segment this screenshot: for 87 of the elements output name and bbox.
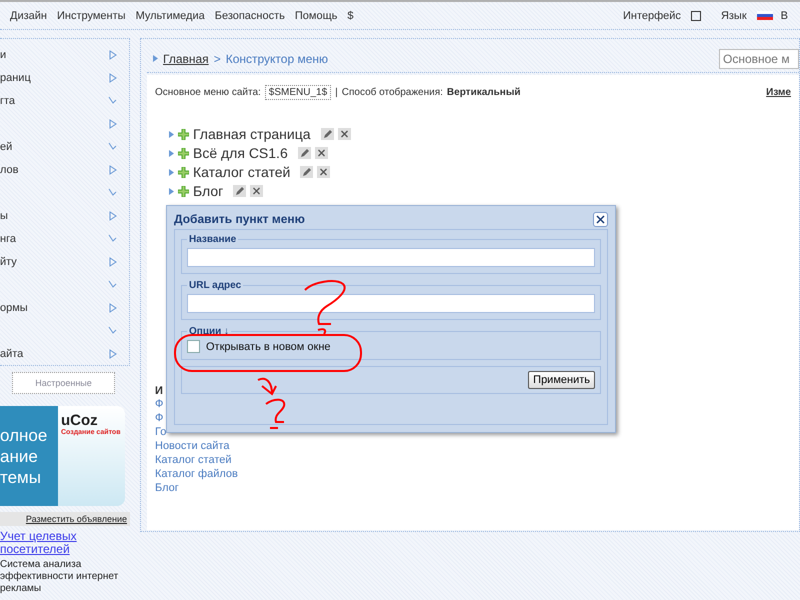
sidebar-item[interactable]: ы <box>0 210 8 222</box>
window-icon[interactable] <box>690 10 701 20</box>
sidebar-item[interactable]: раниц <box>0 72 31 84</box>
menu-item-label: Главная страница <box>193 126 311 142</box>
pencil-icon[interactable] <box>298 147 311 159</box>
chevron-down-icon[interactable] <box>108 234 117 243</box>
play-arrow-icon[interactable] <box>109 348 117 358</box>
play-arrow-icon[interactable] <box>109 302 117 312</box>
breadcrumb-current: Конструктор меню <box>226 52 328 66</box>
chevron-down-icon[interactable] <box>108 142 117 151</box>
top-menu-item[interactable]: Помощь <box>294 10 338 22</box>
menu-item-label: Каталог статей <box>193 164 290 180</box>
sidebar-item[interactable]: айта <box>0 348 24 360</box>
banner-logo: uCoz <box>61 412 98 429</box>
mode-label: Способ отображения: <box>342 87 443 98</box>
play-arrow-icon[interactable] <box>109 256 117 266</box>
divider-text: | <box>335 87 338 98</box>
options-label: Опции ↓ <box>188 326 230 337</box>
pencil-icon[interactable] <box>300 166 314 178</box>
sidebar-item[interactable]: ормы <box>0 302 28 314</box>
checkbox[interactable] <box>187 340 200 353</box>
top-menu-item[interactable]: Безопасность <box>214 10 285 22</box>
chevron-down-icon[interactable] <box>108 188 117 197</box>
top-menu-item[interactable]: Мультимедиа <box>136 10 205 22</box>
banner-text: ание <box>0 446 39 466</box>
menu-item-label: Блог <box>193 183 224 199</box>
links-heading: И <box>155 385 163 397</box>
edit-link[interactable]: Изме <box>766 87 791 98</box>
sidebar-item[interactable]: гта <box>0 94 16 106</box>
play-arrow-icon[interactable] <box>109 50 117 60</box>
banner-text: темы <box>0 466 42 488</box>
top-menu-item[interactable]: Дизайн <box>10 10 47 22</box>
flag-icon[interactable] <box>756 11 773 20</box>
chevron-down-icon[interactable] <box>108 326 117 335</box>
search-field[interactable]: Основное м <box>719 48 799 68</box>
delete-icon[interactable] <box>314 147 328 159</box>
chevron-icon[interactable] <box>169 168 174 176</box>
play-arrow-icon[interactable] <box>109 164 117 174</box>
dialog-title: Добавить пункт меню <box>174 212 305 226</box>
delete-icon[interactable] <box>338 128 351 140</box>
sidebar-item[interactable]: нга <box>0 232 16 244</box>
chevron-icon <box>153 55 158 62</box>
ad-title-link[interactable]: Учет целевых посетителей <box>0 530 130 556</box>
banner-text: олное <box>0 424 48 446</box>
menu-select[interactable]: $SMENU_1$ <box>264 85 332 100</box>
sidebar-item[interactable]: и <box>0 48 6 60</box>
field-label: URL адрес <box>188 280 242 291</box>
delete-icon[interactable] <box>250 185 264 197</box>
interface-label[interactable]: Интерфейс <box>622 10 681 22</box>
pencil-icon[interactable] <box>233 185 246 197</box>
language-label[interactable]: Язык <box>720 10 747 22</box>
place-ad-link[interactable]: Разместить объявление <box>0 512 130 526</box>
menu-link[interactable]: Каталог файлов <box>155 467 238 481</box>
menu-label: Основное меню сайта: <box>155 87 261 98</box>
menu-link[interactable]: Ф <box>155 411 164 425</box>
play-arrow-icon[interactable] <box>109 72 117 82</box>
chevron-down-icon[interactable] <box>108 280 117 289</box>
close-button[interactable] <box>593 212 608 226</box>
ad-text: Система анализа эффективности интернет рекламы <box>0 559 120 595</box>
menu-link[interactable]: Ф <box>155 397 164 411</box>
menu-link[interactable]: Го <box>155 425 166 439</box>
mode-value: Вертикальный <box>446 87 521 98</box>
chevron-icon[interactable] <box>169 150 174 156</box>
chevron-icon[interactable] <box>169 188 174 194</box>
top-menu-item[interactable]: В <box>780 10 788 22</box>
menu-link[interactable]: Новости сайта <box>155 439 230 453</box>
top-menu-item[interactable]: Инструменты <box>56 10 126 22</box>
input-field[interactable] <box>187 294 595 313</box>
menu-link[interactable]: Каталог статей <box>155 453 232 467</box>
menu-link[interactable]: Блог <box>155 481 179 495</box>
close-icon <box>596 214 605 224</box>
delete-icon[interactable] <box>317 166 330 178</box>
chevron-down-icon[interactable] <box>108 96 117 105</box>
pencil-icon[interactable] <box>320 128 334 140</box>
input-field[interactable] <box>187 248 595 267</box>
field-label: Название <box>188 234 238 245</box>
breadcrumb-separator: > <box>214 52 221 66</box>
top-menu-item[interactable]: $ <box>347 10 354 22</box>
sidebar-item[interactable]: ей <box>0 140 12 152</box>
chevron-icon[interactable] <box>169 130 174 138</box>
breadcrumb-link[interactable]: Главная <box>163 52 209 66</box>
sidebar-item[interactable]: йту <box>0 256 17 268</box>
apply-button[interactable]: Применить <box>528 371 595 389</box>
sidebar-item[interactable]: лов <box>0 164 19 176</box>
menu-item-label: Всё для CS1.6 <box>193 145 288 161</box>
play-arrow-icon[interactable] <box>109 118 117 128</box>
play-arrow-icon[interactable] <box>109 210 117 220</box>
